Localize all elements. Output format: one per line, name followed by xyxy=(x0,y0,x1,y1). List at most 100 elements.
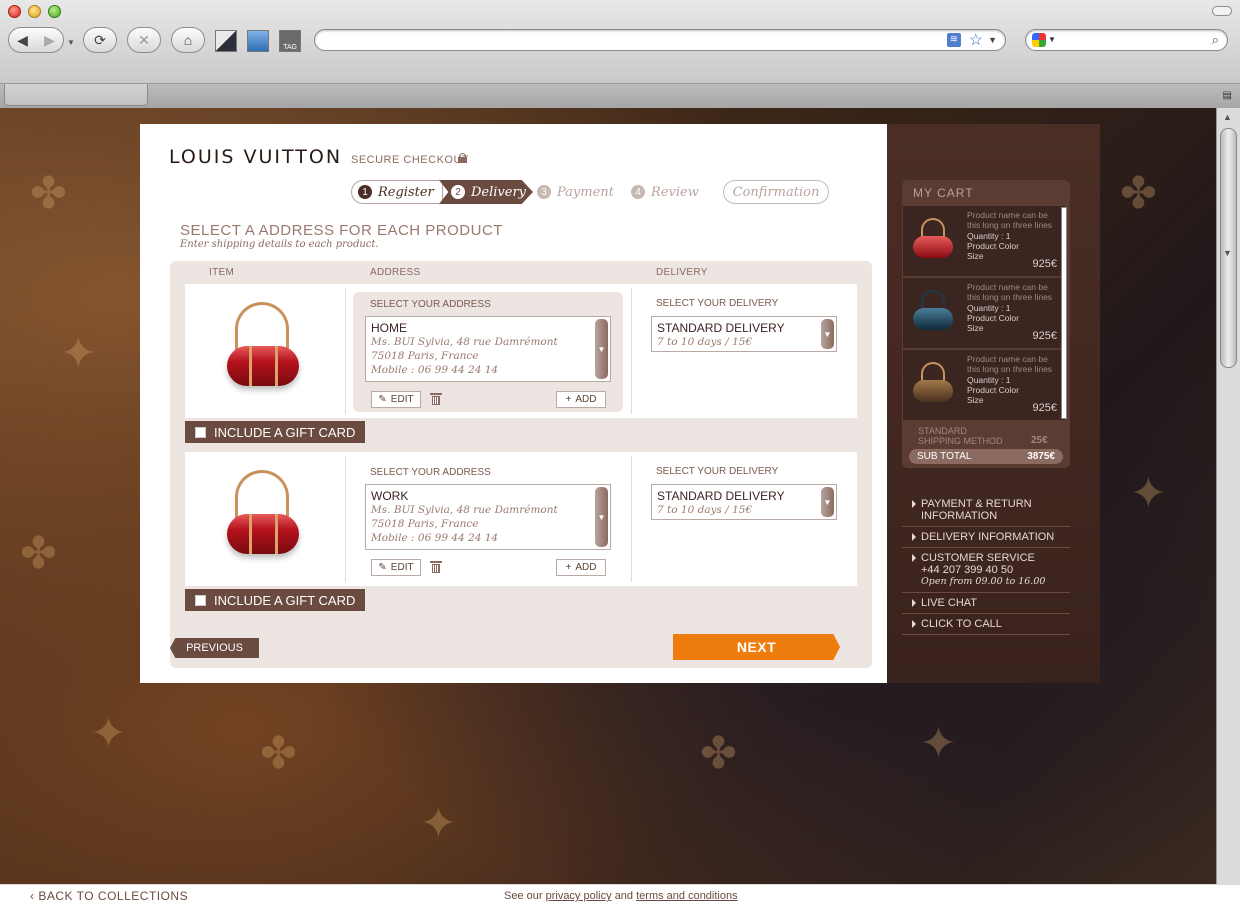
page-scrollbar[interactable]: ▲ ▼ xyxy=(1216,108,1240,884)
google-search-icon[interactable] xyxy=(1032,33,1046,47)
bookmarks-bar-icon[interactable] xyxy=(247,30,269,52)
delivery-name: STANDARD DELIVERY xyxy=(657,321,785,335)
tag-icon[interactable]: TAG xyxy=(279,30,301,52)
products-table: ITEM ADDRESS DELIVERY SELECT YOUR ADDRES… xyxy=(170,261,872,668)
tab-overflow-icon[interactable]: ▤ xyxy=(1223,90,1232,101)
url-dropdown-icon[interactable]: ▼ xyxy=(988,35,997,45)
address-dropdown[interactable]: WORK Ms. BUI Sylvia, 48 rue Damrémont 75… xyxy=(365,484,611,550)
page-title: SELECT A ADDRESS FOR EACH PRODUCT xyxy=(180,222,503,239)
product-row: SELECT YOUR ADDRESS WORK Ms. BUI Sylvia,… xyxy=(185,452,857,586)
step-payment: 3 Payment xyxy=(537,180,614,204)
monogram-decoration: ✦ xyxy=(1130,468,1167,519)
chevron-down-icon[interactable]: ▼ xyxy=(595,487,608,547)
legal-text: See our privacy policy and terms and con… xyxy=(504,890,738,902)
delivery-select-label: SELECT YOUR DELIVERY xyxy=(656,298,779,309)
live-chat-link[interactable]: LIVE CHAT xyxy=(902,593,1070,614)
back-to-collections-link[interactable]: ‹ BACK TO COLLECTIONS xyxy=(30,889,188,903)
step-label: Confirmation xyxy=(732,184,820,200)
previous-button[interactable]: PREVIOUS xyxy=(170,638,259,658)
gift-card-label: INCLUDE A GIFT CARD xyxy=(214,592,356,608)
forward-arrow-icon[interactable]: ▶ xyxy=(44,32,55,49)
click-to-call-link[interactable]: CLICK TO CALL xyxy=(902,614,1070,635)
delivery-information-link[interactable]: DELIVERY INFORMATION xyxy=(902,527,1070,548)
step-label: Review xyxy=(651,184,699,200)
cart-item[interactable]: Product name can be this long on three l… xyxy=(903,278,1065,348)
address-dropdown[interactable]: HOME Ms. BUI Sylvia, 48 rue Damrémont 75… xyxy=(365,316,611,382)
step-register[interactable]: 1 Register xyxy=(351,180,443,204)
trash-icon[interactable] xyxy=(430,561,442,573)
back-forward-buttons[interactable]: ◀ ▶ xyxy=(8,27,64,53)
product-image xyxy=(223,302,303,402)
delivery-name: STANDARD DELIVERY xyxy=(657,489,785,503)
chevron-down-icon[interactable]: ▼ xyxy=(821,319,834,349)
step-confirmation: Confirmation xyxy=(723,180,829,204)
brand-logo[interactable]: LOUIS VUITTON xyxy=(169,146,342,168)
cart-item-details: Quantity : 1 Product Color Size xyxy=(967,375,1019,405)
back-link-label: BACK TO COLLECTIONS xyxy=(38,889,189,903)
add-address-button[interactable]: + ADD xyxy=(556,559,606,576)
cart-item-price: 925€ xyxy=(1032,258,1057,270)
scroll-up-icon[interactable]: ▲ xyxy=(1223,112,1232,122)
browser-tab[interactable] xyxy=(4,84,148,106)
gift-card-checkbox[interactable] xyxy=(195,594,206,606)
delivery-dropdown[interactable]: STANDARD DELIVERY 7 to 10 days / 15€ ▼ xyxy=(651,316,837,352)
cart-item-image xyxy=(911,362,955,408)
phone-number: +44 207 399 40 50 xyxy=(921,564,1014,576)
row-divider xyxy=(631,456,632,582)
chevron-down-icon[interactable]: ▼ xyxy=(821,487,834,517)
bookmark-icon[interactable] xyxy=(215,30,237,52)
product-row: SELECT YOUR ADDRESS HOME Ms. BUI Sylvia,… xyxy=(185,284,857,418)
legal-and: and xyxy=(614,890,634,902)
shipping-method-label: STANDARD SHIPPING METHOD xyxy=(918,426,1003,446)
rss-feed-icon[interactable]: ≋ xyxy=(947,33,961,47)
link-label: CUSTOMER SERVICE xyxy=(921,552,1035,564)
bookmark-star-icon[interactable]: ☆ xyxy=(969,30,983,50)
subtotal-value: 3875€ xyxy=(1027,451,1055,462)
column-header-address: ADDRESS xyxy=(370,267,421,278)
minimize-window-icon[interactable] xyxy=(28,5,41,18)
home-button[interactable]: ⌂ xyxy=(171,27,205,53)
reload-icon: ⟳ xyxy=(94,31,106,48)
toolbar-toggle-icon[interactable] xyxy=(1212,6,1232,16)
search-input[interactable]: ▼ ⌕ xyxy=(1025,29,1228,51)
privacy-policy-link[interactable]: privacy policy xyxy=(546,890,612,902)
monogram-decoration: ✦ xyxy=(60,328,97,379)
search-icon[interactable]: ⌕ xyxy=(1212,32,1219,48)
reload-button[interactable]: ⟳ xyxy=(83,27,117,53)
cart-scrollbar[interactable] xyxy=(1061,207,1067,419)
terms-link[interactable]: terms and conditions xyxy=(636,890,738,902)
add-address-button[interactable]: + ADD xyxy=(556,391,606,408)
gift-card-toggle[interactable]: INCLUDE A GIFT CARD xyxy=(185,589,365,611)
cart-item-price: 925€ xyxy=(1032,330,1057,342)
scroll-down-icon[interactable]: ▼ xyxy=(1223,248,1232,258)
gift-card-toggle[interactable]: INCLUDE A GIFT CARD xyxy=(185,421,365,443)
cart-item[interactable]: Product name can be this long on three l… xyxy=(903,350,1065,420)
plus-icon: + xyxy=(565,394,572,405)
customer-service-link[interactable]: CUSTOMER SERVICE +44 207 399 40 50 Open … xyxy=(902,548,1070,593)
cart-item[interactable]: Product name can be this long on three l… xyxy=(903,206,1065,276)
back-arrow-icon[interactable]: ◀ xyxy=(17,32,28,49)
address-bar[interactable]: ≋ ☆ ▼ xyxy=(314,29,1006,51)
gift-card-checkbox[interactable] xyxy=(195,426,206,438)
stop-button[interactable]: ✕ xyxy=(127,27,161,53)
step-delivery[interactable]: 2 Delivery xyxy=(439,180,533,204)
monogram-decoration: ✤ xyxy=(700,728,737,779)
delivery-dropdown[interactable]: STANDARD DELIVERY 7 to 10 days / 15€ ▼ xyxy=(651,484,837,520)
zoom-window-icon[interactable] xyxy=(48,5,61,18)
trash-icon[interactable] xyxy=(430,393,442,405)
payment-return-link[interactable]: PAYMENT & RETURN INFORMATION xyxy=(902,494,1070,527)
sidebar: MY CART Product name can be this long on… xyxy=(887,124,1100,683)
search-engine-dropdown-icon[interactable]: ▼ xyxy=(1048,35,1056,44)
link-label: INFORMATION xyxy=(921,510,998,522)
next-button[interactable]: NEXT xyxy=(673,634,840,660)
shipping-label-line: STANDARD xyxy=(918,426,967,436)
row-divider xyxy=(345,456,346,582)
address-name: WORK xyxy=(371,489,409,503)
edit-address-button[interactable]: ✎ EDIT xyxy=(371,559,421,576)
history-dropdown-icon[interactable]: ▼ xyxy=(67,38,75,47)
address-selector-panel: SELECT YOUR ADDRESS WORK Ms. BUI Sylvia,… xyxy=(353,460,623,580)
close-window-icon[interactable] xyxy=(8,5,21,18)
edit-address-button[interactable]: ✎ EDIT xyxy=(371,391,421,408)
cart-item-name: Product name can be this long on three l… xyxy=(967,210,1053,230)
chevron-down-icon[interactable]: ▼ xyxy=(595,319,608,379)
